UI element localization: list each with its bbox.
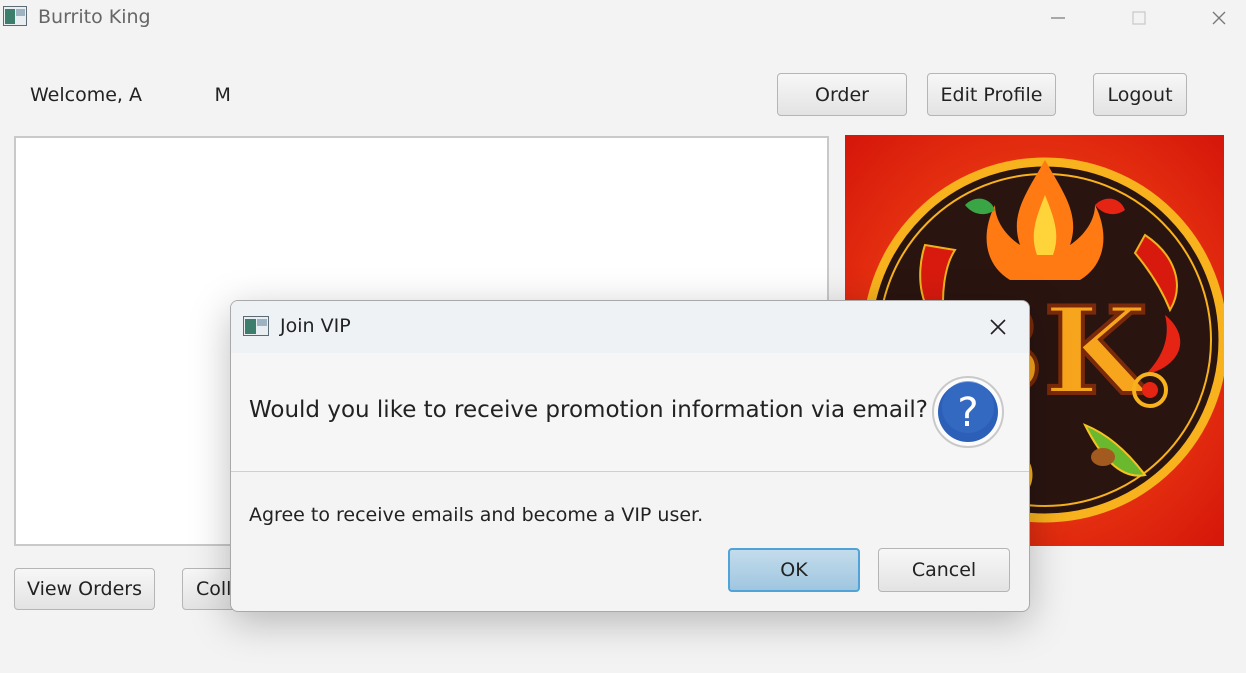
join-vip-dialog: Join VIP Would you like to receive promo… [230, 300, 1030, 612]
dialog-header-text: Would you like to receive promotion info… [249, 397, 928, 423]
dialog-content-text: Agree to receive emails and become a VIP… [249, 504, 704, 526]
dialog-title: Join VIP [280, 315, 351, 337]
cancel-button[interactable]: Cancel [878, 548, 1010, 592]
ok-button[interactable]: OK [728, 548, 860, 592]
window-title: Burrito King [38, 6, 151, 28]
dialog-titlebar: Join VIP [231, 301, 1029, 353]
close-icon [1212, 11, 1226, 25]
minimize-icon [1051, 17, 1065, 19]
app-window-icon [3, 6, 27, 26]
close-icon [990, 319, 1006, 335]
view-orders-button[interactable]: View Orders [14, 568, 155, 610]
maximize-icon [1132, 11, 1146, 25]
welcome-label: Welcome, A M [30, 84, 231, 106]
svg-text:?: ? [957, 390, 978, 436]
maximize-button[interactable] [1116, 2, 1162, 32]
close-button[interactable] [1196, 2, 1242, 32]
order-button[interactable]: Order [777, 73, 907, 116]
logout-button[interactable]: Logout [1093, 73, 1187, 116]
question-icon: ? [932, 376, 1004, 448]
window-titlebar: Burrito King [0, 0, 1246, 34]
app-window-icon [243, 316, 269, 336]
dialog-header: Would you like to receive promotion info… [231, 353, 1029, 472]
edit-profile-button[interactable]: Edit Profile [927, 73, 1056, 116]
minimize-button[interactable] [1035, 2, 1081, 32]
dialog-close-button[interactable] [983, 314, 1013, 340]
